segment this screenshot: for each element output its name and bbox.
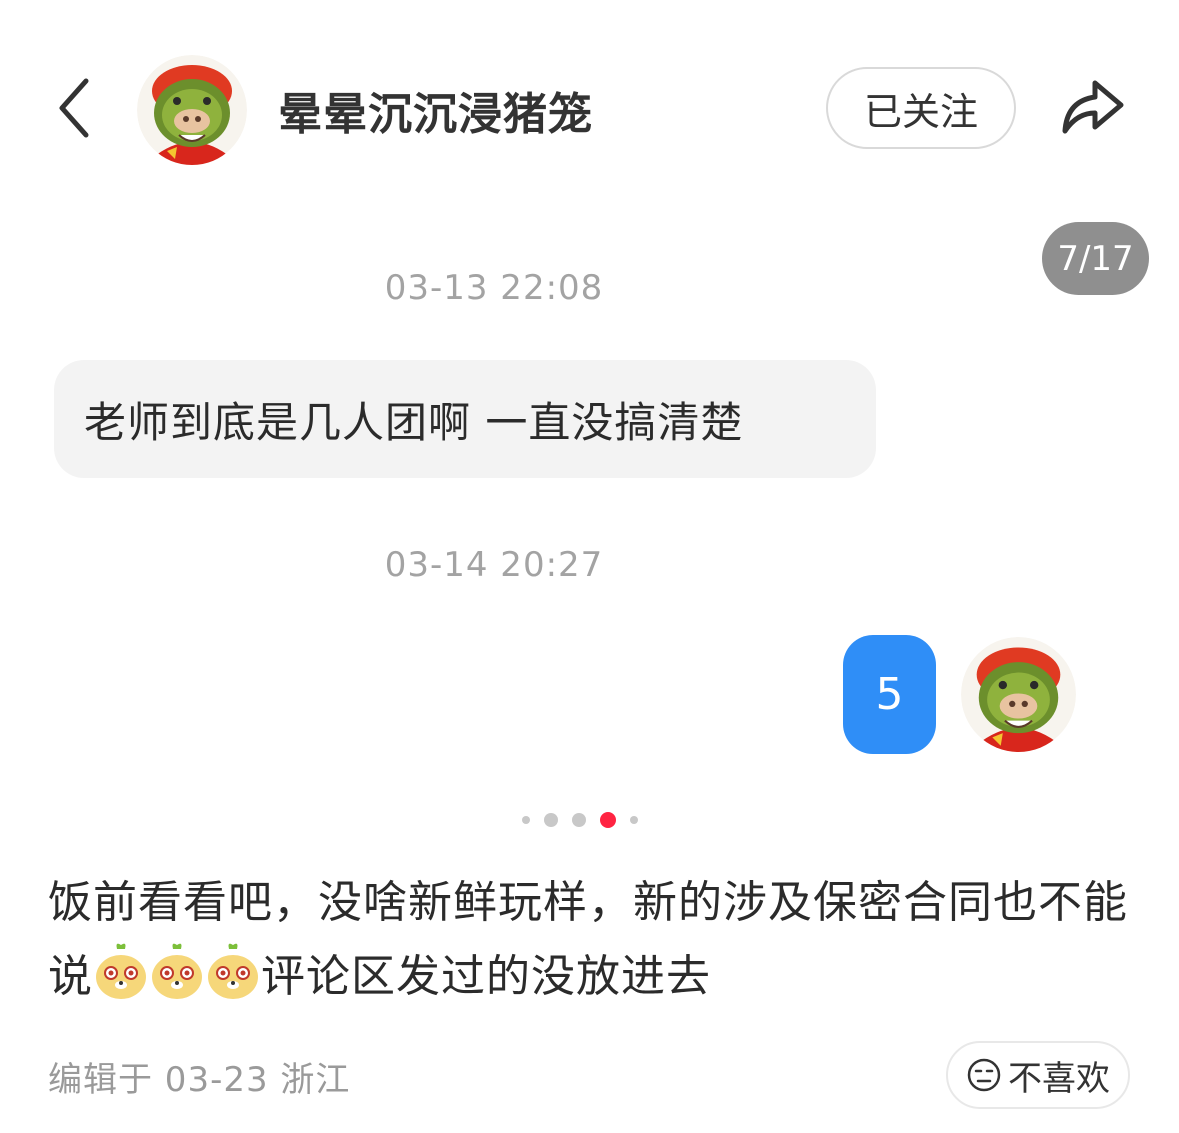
share-arrow-icon [1062,80,1124,134]
carousel-dot[interactable] [522,816,530,824]
carousel-dot[interactable] [630,816,638,824]
author-name[interactable]: 晕晕沉沉浸猪笼 [278,78,593,142]
author-avatar[interactable] [137,55,247,165]
share-button[interactable] [1055,74,1129,140]
dislike-label: 不喜欢 [1008,1058,1110,1099]
carousel-dot[interactable] [572,813,586,827]
chat-timestamp: 03-14 20:27 [384,545,604,585]
image-page-counter: 7/17 [1042,222,1149,295]
pig-cartoon-avatar-icon [137,55,247,165]
dislike-button[interactable]: 不喜欢 [946,1041,1130,1109]
sweet-potato-emoji-icon [149,941,205,1001]
chat-timestamp: 03-13 22:08 [384,268,604,308]
incoming-message-bubble: 老师到底是几人团啊 一直没搞清楚 [54,360,876,478]
post-text-part-2: 评论区发过的没放进去 [261,951,711,1002]
post-detail-page: 晕晕沉沉浸猪笼 已关注 7/17 03-13 22:08 老师到底是几人团啊 一… [0,0,1179,1133]
post-content: 饭前看看吧，没啥新鲜玩样，新的涉及保密合同也不能说 评论区发过的没放进去 [48,866,1138,1014]
back-button[interactable] [48,72,100,144]
chevron-left-icon [59,78,89,138]
carousel-indicator [522,812,652,828]
follow-button[interactable]: 已关注 [826,67,1016,149]
neutral-face-icon [967,1058,1001,1092]
pig-cartoon-avatar-icon [961,637,1076,752]
outgoing-message-bubble: 5 [843,635,936,754]
sweet-potato-emoji-icon [205,941,261,1001]
chat-sender-avatar [961,637,1076,752]
carousel-dot[interactable] [544,813,558,827]
sweet-potato-emoji-icon [93,941,149,1001]
carousel-dot-active[interactable] [600,812,616,828]
post-meta: 编辑于 03-23 浙江 [48,1060,351,1100]
